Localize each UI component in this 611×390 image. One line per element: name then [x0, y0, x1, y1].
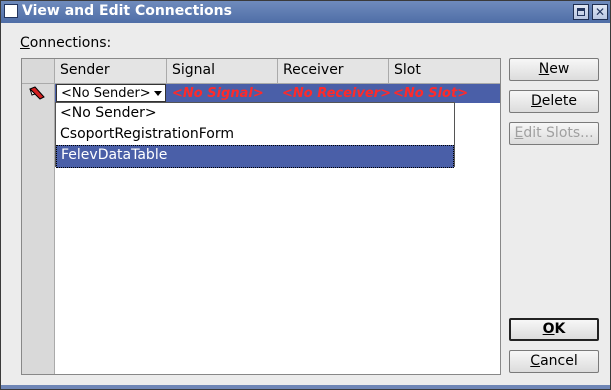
receiver-cell[interactable]: <No Receiver>	[282, 86, 391, 101]
table-corner	[22, 59, 55, 84]
slot-cell[interactable]: <No Slot>	[393, 86, 468, 101]
pencil-red-icon	[29, 86, 45, 100]
edit-slots-button[interactable]: Edit Slots...	[509, 122, 599, 145]
column-header-slot[interactable]: Slot	[389, 59, 500, 84]
connections-label: Connections:	[20, 35, 112, 51]
dropdown-item-csoport-registration-form[interactable]: CsoportRegistrationForm	[56, 124, 454, 145]
sender-dropdown-list: <No Sender> CsoportRegistrationForm Fele…	[55, 102, 455, 168]
column-header-signal[interactable]: Signal	[167, 59, 278, 84]
maximize-icon	[577, 8, 585, 16]
dropdown-item-felev-data-table[interactable]: FelevDataTable	[56, 145, 454, 168]
sender-combobox[interactable]: <No Sender>	[56, 84, 166, 102]
maximize-button[interactable]	[573, 4, 589, 20]
chevron-down-icon[interactable]	[154, 91, 162, 96]
sender-combobox-value: <No Sender>	[61, 86, 151, 101]
cancel-button[interactable]: Cancel	[509, 350, 599, 373]
column-header-receiver[interactable]: Receiver	[278, 59, 389, 84]
window-bottom-border	[1, 385, 610, 389]
dropdown-item-no-sender[interactable]: <No Sender>	[56, 103, 454, 124]
window-title: View and Edit Connections	[22, 3, 232, 19]
delete-button[interactable]: Delete	[509, 90, 599, 113]
signal-cell[interactable]: <No Signal>	[172, 86, 264, 101]
close-icon: ✕	[594, 5, 606, 19]
new-button[interactable]: New	[509, 58, 599, 81]
close-button[interactable]: ✕	[592, 4, 608, 20]
row-header-column	[22, 84, 55, 374]
ok-button[interactable]: OK	[509, 318, 599, 341]
app-icon	[4, 4, 18, 18]
titlebar: View and Edit Connections ✕	[1, 1, 610, 23]
column-header-sender[interactable]: Sender	[55, 59, 167, 84]
connections-dialog: View and Edit Connections ✕ Connections:…	[0, 0, 611, 390]
